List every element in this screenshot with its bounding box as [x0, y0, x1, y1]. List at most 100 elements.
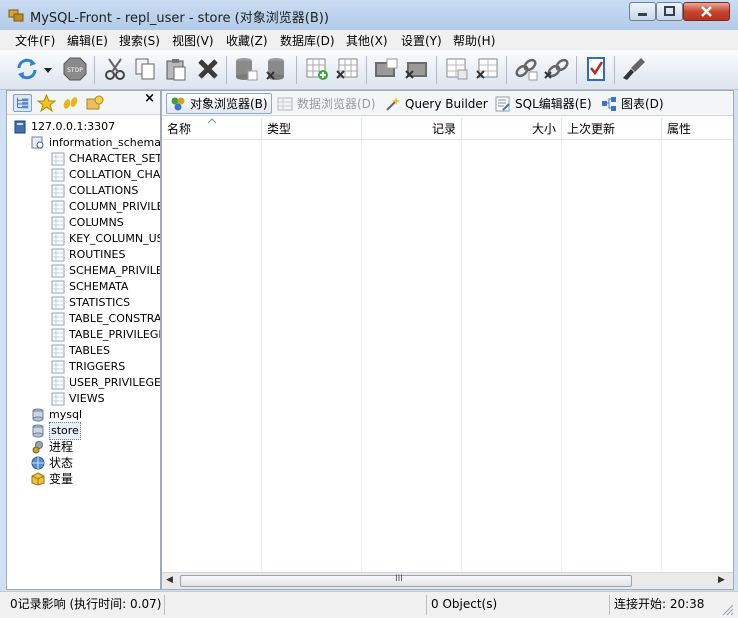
edit-view-icon[interactable] — [403, 56, 429, 82]
tree-table-item[interactable]: COLLATIONS — [51, 183, 138, 199]
add-table-icon[interactable] — [304, 56, 330, 82]
table-icon — [51, 312, 65, 326]
tree-table-item[interactable]: KEY_COLUMN_USA — [51, 231, 160, 247]
toolbar-separator — [296, 56, 297, 84]
title-bar[interactable]: MySQL-Front - repl_user - store (对象浏览器(B… — [0, 0, 738, 30]
tree-table-item[interactable]: COLUMNS — [51, 215, 124, 231]
menu-view[interactable]: 视图(V) — [172, 32, 214, 49]
table-icon — [51, 264, 65, 278]
column-header-attributes[interactable]: 属性 — [662, 118, 733, 140]
tree-table-item[interactable]: COLLATION_CHAR — [51, 167, 160, 183]
database-icon — [32, 408, 44, 422]
tree-table-item[interactable]: ROUTINES — [51, 247, 125, 263]
dropdown-arrow-icon[interactable] — [42, 56, 54, 82]
horizontal-scrollbar[interactable]: ◀ III ▶ — [162, 572, 733, 589]
tree-table-item[interactable]: VIEWS — [51, 391, 105, 407]
refresh-icon[interactable] — [14, 56, 40, 82]
table-icon — [51, 296, 65, 310]
copy-icon[interactable] — [132, 56, 158, 82]
diagram-icon — [602, 96, 616, 111]
cut-icon[interactable] — [102, 56, 128, 82]
tree-status-node[interactable]: 状态 — [31, 455, 73, 471]
add-link-icon[interactable] — [513, 56, 539, 82]
tree-table-item[interactable]: TABLES — [51, 343, 110, 359]
delete-link-icon[interactable] — [543, 56, 569, 82]
server-icon — [14, 120, 26, 134]
tree-table-item[interactable]: TRIGGERS — [51, 359, 125, 375]
tree-database-node[interactable]: information_schema — [31, 135, 160, 151]
column-header-records[interactable]: 记录 — [362, 118, 462, 140]
tree-table-item[interactable]: SCHEMATA — [51, 279, 128, 295]
table-icon — [51, 152, 65, 166]
stop-icon[interactable]: STOP — [62, 56, 88, 82]
column-header-label: 类型 — [267, 122, 292, 136]
tree-table-item[interactable]: TABLE_CONSTRAI — [51, 311, 160, 327]
tab-object-browser[interactable]: 对象浏览器(B) — [166, 93, 272, 114]
column-header-type[interactable]: 类型 — [262, 118, 362, 140]
tree-database-node-selected[interactable]: store — [31, 422, 81, 440]
tree-database-node[interactable]: mysql — [31, 407, 82, 423]
menu-search[interactable]: 搜索(S) — [119, 32, 160, 49]
maximize-button[interactable] — [656, 2, 683, 21]
toolbar-separator — [614, 56, 615, 84]
scroll-left-icon[interactable]: ◀ — [166, 575, 173, 585]
tab-query-builder[interactable]: Query Builder — [382, 93, 491, 114]
tree-processes-node[interactable]: 进程 — [31, 439, 73, 455]
resize-grip-icon[interactable] — [722, 604, 734, 616]
scrollbar-grip: III — [395, 574, 403, 584]
favorites-star-icon[interactable] — [37, 94, 56, 112]
minimize-button[interactable] — [629, 2, 656, 21]
menu-other[interactable]: 其他(X) — [346, 32, 388, 49]
add-field-icon[interactable] — [444, 56, 470, 82]
table-icon — [51, 344, 65, 358]
delete-database-icon[interactable] — [263, 56, 289, 82]
tree-table-item[interactable]: USER_PRIVILEGES — [51, 375, 160, 391]
brush-icon[interactable] — [621, 56, 647, 82]
tree-variables-node[interactable]: 变量 — [31, 471, 73, 487]
window-title: MySQL-Front - repl_user - store (对象浏览器(B… — [30, 11, 329, 26]
close-button[interactable] — [683, 2, 730, 21]
checklist-icon[interactable] — [583, 56, 609, 82]
delete-table-icon[interactable] — [334, 56, 360, 82]
scrollbar-thumb[interactable]: III — [180, 574, 632, 587]
delete-field-icon[interactable] — [474, 56, 500, 82]
view-tabs: 对象浏览器(B) 数据浏览器(D) Query Builder SQL编辑器(E… — [162, 91, 733, 116]
navigation-panel: × 127.0.0.1:3307 information_schema CHAR… — [6, 90, 161, 590]
tree-view-icon[interactable] — [13, 94, 32, 112]
table-icon — [51, 392, 65, 406]
paste-icon[interactable] — [163, 56, 189, 82]
tree-table-item[interactable]: CHARACTER_SETS — [51, 151, 160, 167]
status-divider — [609, 595, 610, 615]
tree-server-node[interactable]: 127.0.0.1:3307 — [13, 119, 115, 135]
menu-favorites[interactable]: 收藏(Z) — [226, 32, 268, 49]
add-view-icon[interactable] — [373, 56, 399, 82]
tree-table-item[interactable]: STATISTICS — [51, 295, 130, 311]
tab-diagram[interactable]: 图表(D) — [598, 93, 667, 114]
history-footprints-icon[interactable] — [61, 94, 80, 112]
delete-icon[interactable] — [195, 56, 221, 82]
tab-data-browser[interactable]: 数据浏览器(D) — [274, 93, 379, 114]
column-header-size[interactable]: 大小 — [462, 118, 562, 140]
menu-edit[interactable]: 编辑(E) — [67, 32, 108, 49]
tab-data-browser-label: 数据浏览器(D) — [297, 97, 376, 111]
column-header-last-update[interactable]: 上次更新 — [562, 118, 662, 140]
toolbar-separator — [226, 56, 227, 84]
tree-table-item[interactable]: TABLE_PRIVILEGES — [51, 327, 160, 343]
bookmark-folder-icon[interactable] — [85, 94, 104, 112]
tree-table-item[interactable]: COLUMN_PRIVILEG — [51, 199, 160, 215]
menu-file[interactable]: 文件(F) — [15, 32, 55, 49]
column-divider — [362, 140, 462, 572]
add-database-icon[interactable] — [233, 56, 259, 82]
status-globe-icon — [31, 456, 45, 470]
object-browser-icon — [171, 97, 185, 110]
column-divider — [462, 140, 562, 572]
menu-help[interactable]: 帮助(H) — [453, 32, 495, 49]
menu-settings[interactable]: 设置(Y) — [401, 32, 442, 49]
tab-sql-editor[interactable]: SQL编辑器(E) — [492, 93, 595, 114]
object-list[interactable] — [162, 140, 733, 572]
tree-table-label: SCHEMATA — [69, 280, 129, 293]
scroll-right-icon[interactable]: ▶ — [718, 575, 725, 585]
tree-table-item[interactable]: SCHEMA_PRIVILEG — [51, 263, 160, 279]
close-panel-button[interactable]: × — [144, 91, 155, 106]
menu-database[interactable]: 数据库(D) — [280, 32, 335, 49]
